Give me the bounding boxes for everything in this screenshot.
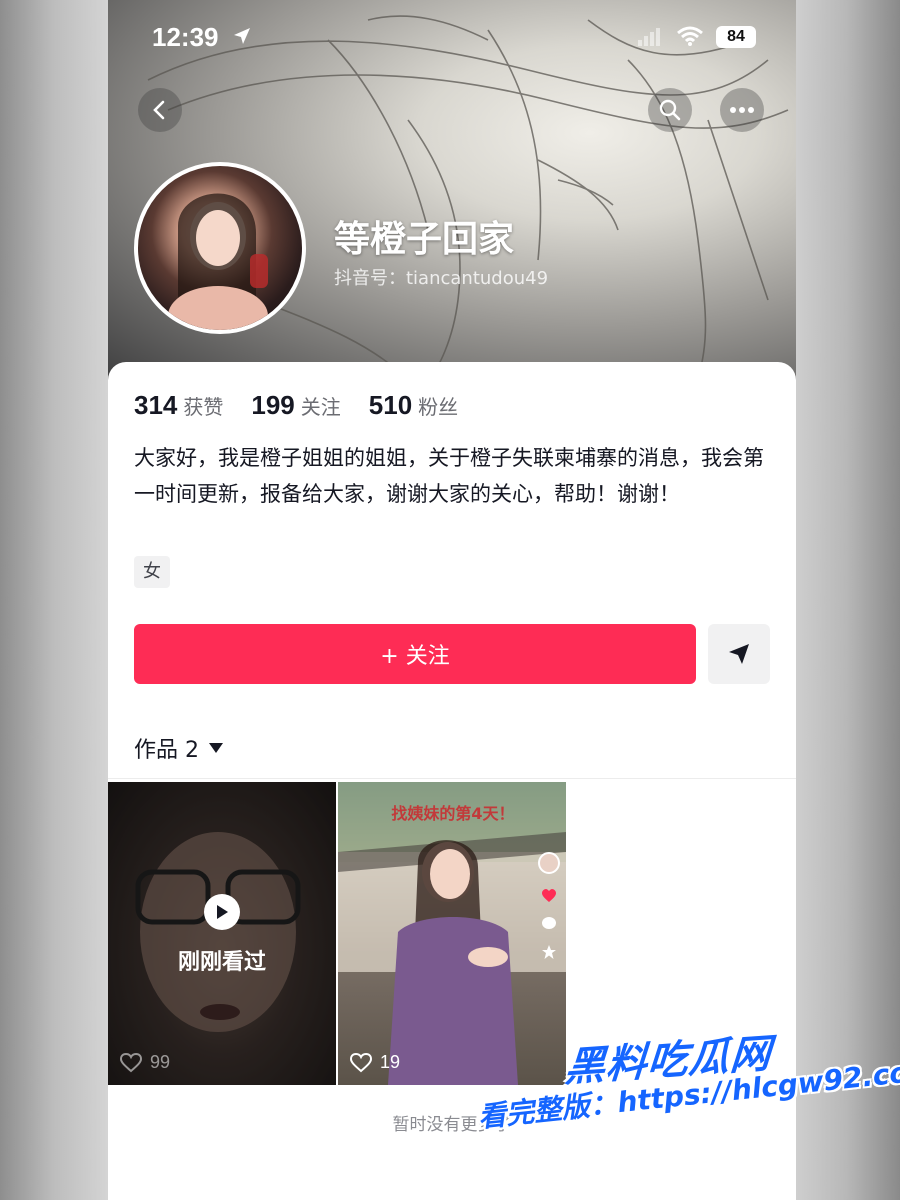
more-button[interactable] xyxy=(720,88,764,132)
search-button[interactable] xyxy=(648,88,692,132)
video-2-frame xyxy=(338,782,566,1085)
stat-following-label: 关注 xyxy=(300,395,341,419)
profile-bio: 大家好，我是橙子姐姐的姐姐，关于橙子失联柬埔寨的消息，我会第一时间更新，报备给大… xyxy=(134,446,764,506)
comment-icon xyxy=(542,917,556,929)
star-icon xyxy=(542,945,556,959)
stat-likes-value: 314 xyxy=(134,390,178,420)
profile-cover-image: 12:39 84 等橙子回家 抖音号：tiancantudou49 xyxy=(108,0,796,380)
recently-watched-label: 刚刚看过 xyxy=(177,950,266,975)
video-1-likes: 99 xyxy=(120,1052,170,1073)
status-time: 12:39 xyxy=(152,22,219,52)
wifi-icon xyxy=(677,26,703,46)
works-tab-label: 作品 2 xyxy=(134,738,199,763)
avatar-photo xyxy=(168,193,268,330)
works-tab[interactable]: 作品 2 xyxy=(134,732,223,764)
stat-followers-label: 粉丝 xyxy=(418,395,459,419)
video-2-side-icons xyxy=(538,852,560,972)
video-thumbnail-2[interactable]: 找姨妹的第4天！ 19 xyxy=(338,782,566,1085)
share-icon xyxy=(729,644,749,664)
share-button[interactable] xyxy=(708,624,770,684)
stat-followers[interactable]: 510 粉丝 xyxy=(369,390,458,421)
heart-icon xyxy=(542,889,556,902)
profile-stats: 314 获赞 199 关注 510 粉丝 xyxy=(134,390,486,421)
stat-followers-value: 510 xyxy=(368,390,413,420)
location-arrow-icon xyxy=(234,28,250,44)
heart-icon xyxy=(120,1052,142,1072)
video-2-likes: 19 xyxy=(350,1052,400,1073)
play-button[interactable] xyxy=(204,894,240,930)
video-2-title: 找姨妹的第4天！ xyxy=(391,804,515,823)
video-2-like-count: 19 xyxy=(380,1052,401,1072)
video-1-like-count: 99 xyxy=(150,1052,171,1072)
chevron-down-icon xyxy=(209,743,223,753)
heart-icon xyxy=(350,1052,372,1072)
avatar[interactable] xyxy=(134,162,306,334)
video-thumbnail-1[interactable]: 刚刚看过 99 xyxy=(108,782,336,1085)
douyin-id[interactable]: 抖音号：tiancantudou49 xyxy=(334,264,548,290)
cellular-signal-icon xyxy=(638,28,660,46)
stat-following[interactable]: 199 关注 xyxy=(251,390,340,421)
no-more-content-label: 暂时没有更多了 xyxy=(392,1115,512,1135)
status-bar: 12:39 84 xyxy=(108,18,796,58)
search-icon xyxy=(659,99,681,121)
divider xyxy=(108,778,796,779)
back-icon xyxy=(153,100,165,120)
follow-button[interactable]: + 关注 xyxy=(134,624,696,684)
stat-likes[interactable]: 314 获赞 xyxy=(134,390,223,421)
gender-tag: 女 xyxy=(134,556,170,588)
back-button[interactable] xyxy=(138,88,182,132)
play-icon xyxy=(217,905,228,919)
mini-avatar xyxy=(538,852,560,874)
stat-following-value: 199 xyxy=(251,390,295,420)
more-icon xyxy=(730,107,754,113)
stat-likes-label: 获赞 xyxy=(183,395,224,419)
video-1-dim-overlay xyxy=(108,782,336,1085)
profile-screen: 12:39 84 等橙子回家 抖音号：tiancantudou49 314 获赞… xyxy=(108,0,796,1200)
profile-name: 等橙子回家 xyxy=(334,219,515,260)
battery-indicator: 84 xyxy=(716,26,756,48)
